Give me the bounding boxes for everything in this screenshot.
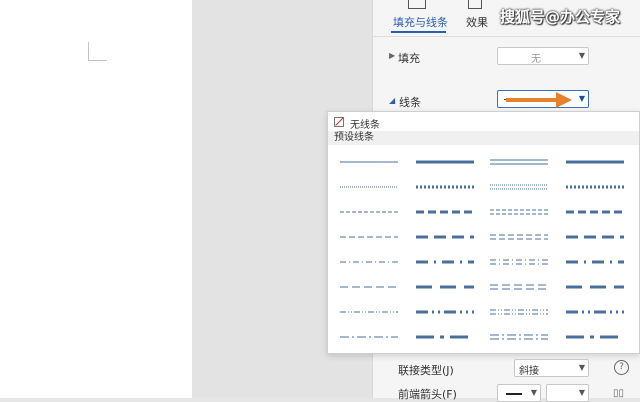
fill-expand-icon[interactable]: ▶ bbox=[389, 51, 395, 60]
preset-line-swatch[interactable] bbox=[566, 180, 624, 194]
join-type-label: 联接类型(J) bbox=[398, 364, 454, 377]
preset-line-swatch[interactable] bbox=[416, 180, 474, 194]
preset-line-swatch[interactable] bbox=[340, 280, 398, 294]
preset-line-swatch[interactable] bbox=[566, 255, 624, 269]
tab-divider bbox=[372, 36, 640, 37]
effect-tab-icon bbox=[468, 0, 482, 9]
preset-line-swatch[interactable] bbox=[490, 180, 548, 194]
preset-line-swatch[interactable] bbox=[340, 255, 398, 269]
preset-line-swatch[interactable] bbox=[490, 255, 548, 269]
preset-line-swatch[interactable] bbox=[490, 230, 548, 244]
fill-select-value: 无 bbox=[531, 54, 541, 65]
preset-line-swatch[interactable] bbox=[490, 280, 548, 294]
preset-line-swatch[interactable] bbox=[566, 230, 624, 244]
preset-line-swatch[interactable] bbox=[340, 155, 398, 169]
preset-line-swatch[interactable] bbox=[416, 330, 474, 344]
front-arrow-style-select[interactable]: ▼ bbox=[497, 384, 541, 402]
tab-effect[interactable]: 效果 bbox=[466, 14, 488, 30]
preset-line-swatch[interactable] bbox=[340, 230, 398, 244]
help-icon[interactable]: ? bbox=[614, 360, 629, 375]
preset-line-swatch[interactable] bbox=[490, 330, 548, 344]
no-line-option[interactable]: 无线条 bbox=[350, 116, 380, 131]
preset-line-swatch[interactable] bbox=[416, 205, 474, 219]
front-arrow-size-select[interactable]: ▼ bbox=[546, 384, 589, 402]
preset-line-swatch[interactable] bbox=[566, 305, 624, 319]
preset-line-swatch[interactable] bbox=[490, 305, 548, 319]
line-collapse-icon[interactable]: ◢ bbox=[389, 96, 395, 105]
document-page[interactable] bbox=[0, 0, 192, 398]
tab-fill-line[interactable]: 填充与线条 bbox=[393, 14, 448, 30]
arrow-icon bbox=[506, 92, 572, 108]
line-preset-popup: 无线条 预设线条 bbox=[327, 111, 640, 354]
preset-line-swatch[interactable] bbox=[340, 305, 398, 319]
preset-line-swatch[interactable] bbox=[416, 280, 474, 294]
fill-select[interactable]: 无 ▼ bbox=[497, 47, 589, 65]
preset-lines-header: 预设线条 bbox=[328, 131, 639, 145]
preset-line-swatch[interactable] bbox=[416, 230, 474, 244]
dropdown-caret-icon: ▼ bbox=[578, 94, 585, 103]
preset-line-swatch[interactable] bbox=[566, 205, 624, 219]
preset-line-swatch[interactable] bbox=[340, 180, 398, 194]
watermark: 搜狐号@办公专家 bbox=[500, 8, 621, 26]
preset-line-swatch[interactable] bbox=[566, 330, 624, 344]
preset-line-swatch[interactable] bbox=[490, 155, 548, 169]
preset-line-swatch[interactable] bbox=[566, 280, 624, 294]
dropdown-caret-icon: ▼ bbox=[530, 388, 537, 397]
grid-icon[interactable]: ▯▯ bbox=[613, 388, 624, 399]
preset-line-swatch[interactable] bbox=[416, 255, 474, 269]
front-arrow-preview bbox=[506, 393, 522, 395]
front-arrow-label: 前端箭头(F) bbox=[398, 388, 457, 401]
dropdown-caret-icon: ▼ bbox=[578, 51, 585, 60]
preset-line-swatch[interactable] bbox=[416, 155, 474, 169]
dropdown-caret-icon: ▼ bbox=[578, 363, 585, 372]
active-tab-indicator bbox=[391, 31, 446, 33]
fill-line-tab-icon bbox=[408, 0, 426, 9]
page-corner-mark bbox=[88, 42, 107, 61]
dropdown-caret-icon: ▼ bbox=[578, 388, 585, 397]
preset-line-swatch[interactable] bbox=[566, 155, 624, 169]
join-type-select[interactable]: 斜接 ▼ bbox=[514, 359, 589, 377]
line-label: 线条 bbox=[399, 96, 421, 109]
no-line-icon bbox=[334, 117, 344, 127]
preset-line-swatch[interactable] bbox=[490, 205, 548, 219]
preset-line-swatch[interactable] bbox=[416, 305, 474, 319]
preset-line-swatch[interactable] bbox=[340, 205, 398, 219]
fill-label: 填充 bbox=[398, 52, 420, 65]
preset-line-swatch[interactable] bbox=[340, 330, 398, 344]
join-type-value: 斜接 bbox=[519, 366, 539, 377]
